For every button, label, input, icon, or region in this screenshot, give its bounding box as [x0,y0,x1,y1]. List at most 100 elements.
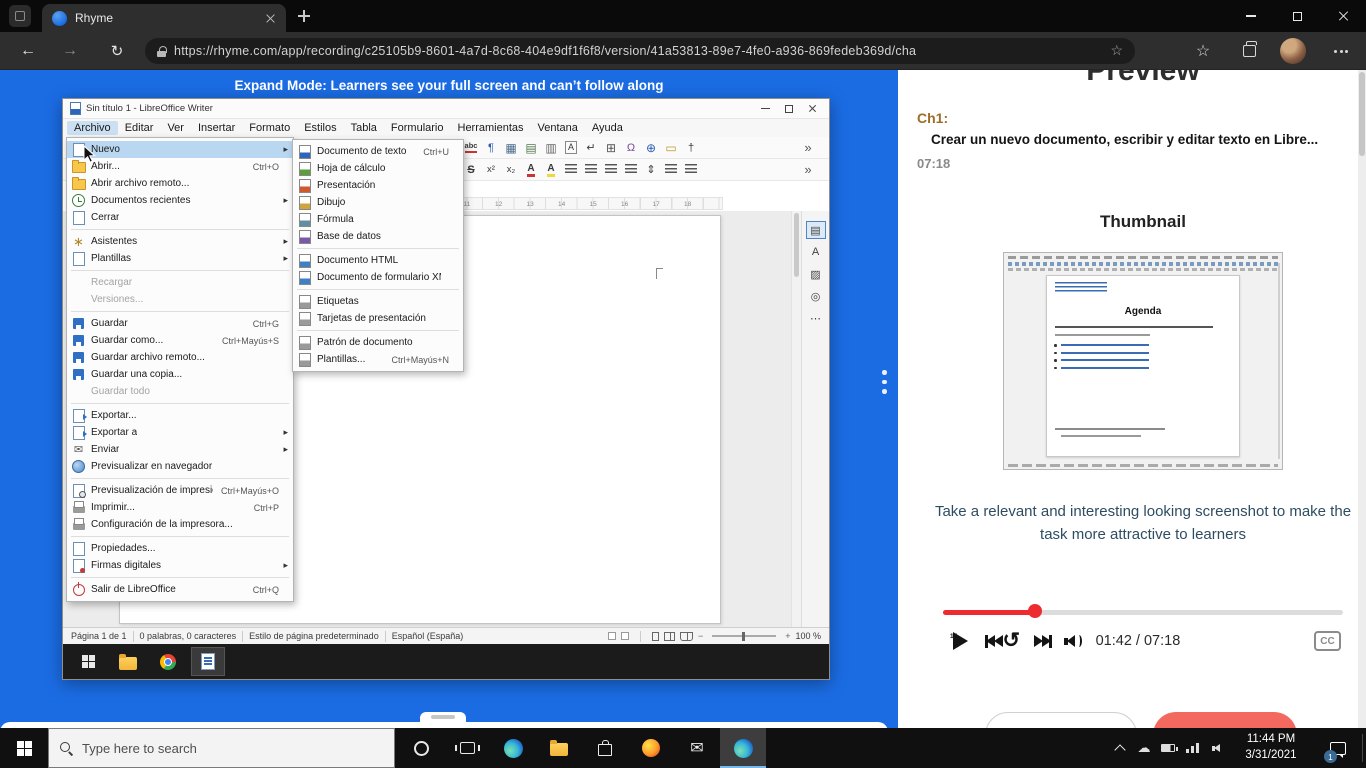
tray-volume-button[interactable] [1204,728,1228,768]
menu-item-guardar[interactable]: Guardar Ctrl+G [67,315,293,332]
sidebar-tab-navigator[interactable]: ◎ [806,287,826,305]
taskbar-store-button[interactable] [582,728,628,768]
menu-item-documento-html[interactable]: Documento HTML [293,252,463,269]
menu-item-exportar[interactable]: Exportar... [67,407,293,424]
insert-comment-icon[interactable] [662,139,680,157]
menu-item-salir-de-libreoffice[interactable]: Salir de LibreOffice Ctrl+Q [67,581,293,598]
insert-table-icon[interactable] [502,139,520,157]
menu-item-configuración-de-la-impresora[interactable]: Configuración de la impresora... [67,516,293,533]
volume-button[interactable] [1063,629,1082,653]
menu-item-propiedades[interactable]: Propiedades... [67,540,293,557]
collections-button[interactable] [1234,32,1264,70]
status-word-count[interactable]: 0 palabras, 0 caracteres [140,631,237,641]
taskbar-edge-button[interactable] [490,728,536,768]
hyperlink-icon[interactable] [642,139,660,157]
more-icon[interactable] [799,139,817,157]
menu-item-presentación[interactable]: Presentación [293,177,463,194]
address-bar[interactable]: https://rhyme.com/app/recording/c25105b9… [145,38,1135,64]
menu-item-previsualización-de-impresión[interactable]: Previsualización de impresión Ctrl+Mayús+… [67,482,293,499]
favorites-button[interactable] [1188,32,1218,70]
menu-archivo[interactable]: Archivo [67,121,118,135]
highlight-color-icon[interactable] [542,161,560,179]
add-favorite-icon[interactable] [1110,42,1123,60]
multi-page-view-icon[interactable] [663,631,675,641]
browser-app-icon[interactable] [9,5,31,27]
tray-tray-expand-button[interactable] [1108,728,1132,768]
writer-vertical-scrollbar[interactable] [791,211,801,627]
taskbar-cortana-button[interactable] [398,728,444,768]
menu-item-enviar[interactable]: Enviar [67,441,293,458]
menu-item-firmas-digitales[interactable]: Firmas digitales [67,557,293,574]
search-input[interactable] [82,740,362,756]
browser-menu-button[interactable] [1326,32,1356,70]
menu-item-plantillas[interactable]: Plantillas [67,250,293,267]
menu-item-exportar-a[interactable]: Exportar a [67,424,293,441]
footnote-icon[interactable] [682,139,700,157]
subscript-icon[interactable] [502,161,520,179]
text-box-icon[interactable] [562,139,580,157]
bottom-sheet-handle[interactable] [420,712,466,722]
skip-start-button[interactable] [985,629,1003,653]
menu-item-dibujo[interactable]: Dibujo [293,194,463,211]
insert-field-icon[interactable] [602,139,620,157]
strikethrough-icon[interactable] [462,161,480,179]
forward-button[interactable] [56,32,84,70]
menu-item-abrir-archivo-remoto[interactable]: Abrir archivo remoto... [67,175,293,192]
menu-estilos[interactable]: Estilos [297,121,343,135]
taskbar-edge-active-button[interactable] [720,728,766,768]
sidebar-tab-gallery[interactable]: ▨ [806,265,826,283]
taskbar-file-explorer-button[interactable] [536,728,582,768]
single-page-view-icon[interactable] [651,631,659,641]
menu-item-nuevo[interactable]: Nuevo [67,141,293,158]
line-spacing-icon[interactable] [642,161,660,179]
zoom-in-icon[interactable] [785,631,790,641]
menu-editar[interactable]: Editar [118,121,161,135]
menu-formulario[interactable]: Formulario [384,121,451,135]
panel-resize-handle[interactable] [882,370,887,394]
replay-15-button[interactable]: ↺ 15 [950,629,1020,653]
window-close-button[interactable] [1320,0,1366,32]
superscript-icon[interactable] [482,161,500,179]
more-icon[interactable] [799,161,817,179]
start-button[interactable] [0,728,48,768]
menu-item-documento-de-texto[interactable]: Documento de texto Ctrl+U [293,143,463,160]
bullet-list-icon[interactable] [662,161,680,179]
sidebar-tab-properties[interactable]: ▤ [805,221,826,239]
thumbnail-image[interactable]: Agenda [995,246,1291,484]
show-desktop-divider[interactable] [1362,734,1363,762]
insert-image-icon[interactable] [522,139,540,157]
refresh-button[interactable] [103,32,131,70]
menu-item-fórmula[interactable]: Fórmula [293,211,463,228]
menu-item-guardar-archivo-remoto[interactable]: Guardar archivo remoto... [67,349,293,366]
taskbar-search[interactable] [48,728,395,768]
insert-chart-icon[interactable] [542,139,560,157]
zoom-out-icon[interactable] [698,631,703,641]
page-scrollbar[interactable] [1358,70,1366,768]
taskbar-clock[interactable]: 11:44 PM 3/31/2021 [1232,728,1310,768]
menu-item-base-de-datos[interactable]: Base de datos [293,228,463,245]
inner-taskbar-start[interactable] [71,647,105,676]
closed-captions-button[interactable]: CC [1314,631,1341,651]
modified-flag-icon[interactable] [620,632,629,640]
inner-taskbar-writer-active[interactable] [191,647,225,676]
menu-item-patrón-de-documento[interactable]: Patrón de documento [293,334,463,351]
zoom-level[interactable]: 100 % [795,631,821,641]
player-progress-knob[interactable] [1028,604,1042,618]
align-center-icon[interactable] [582,161,600,179]
menu-ventana[interactable]: Ventana [531,121,585,135]
writer-maximize-icon[interactable] [785,104,793,113]
status-language[interactable]: Español (España) [392,631,464,641]
menu-tabla[interactable]: Tabla [344,121,384,135]
taskbar-firefox-button[interactable] [628,728,674,768]
menu-item-cerrar[interactable]: Cerrar [67,209,293,226]
spellcheck-icon[interactable] [462,139,480,157]
status-page-count[interactable]: Página 1 de 1 [71,631,127,641]
inner-taskbar-file-explorer[interactable] [111,647,145,676]
menu-item-hoja-de-cálculo[interactable]: Hoja de cálculo [293,160,463,177]
menu-item-previsualizar-en-navegador[interactable]: Previsualizar en navegador [67,458,293,475]
menu-item-guardar-una-copia[interactable]: Guardar una copia... [67,366,293,383]
justify-icon[interactable] [622,161,640,179]
menu-insertar[interactable]: Insertar [191,121,242,135]
new-tab-button[interactable] [298,10,310,22]
special-character-icon[interactable] [622,139,640,157]
